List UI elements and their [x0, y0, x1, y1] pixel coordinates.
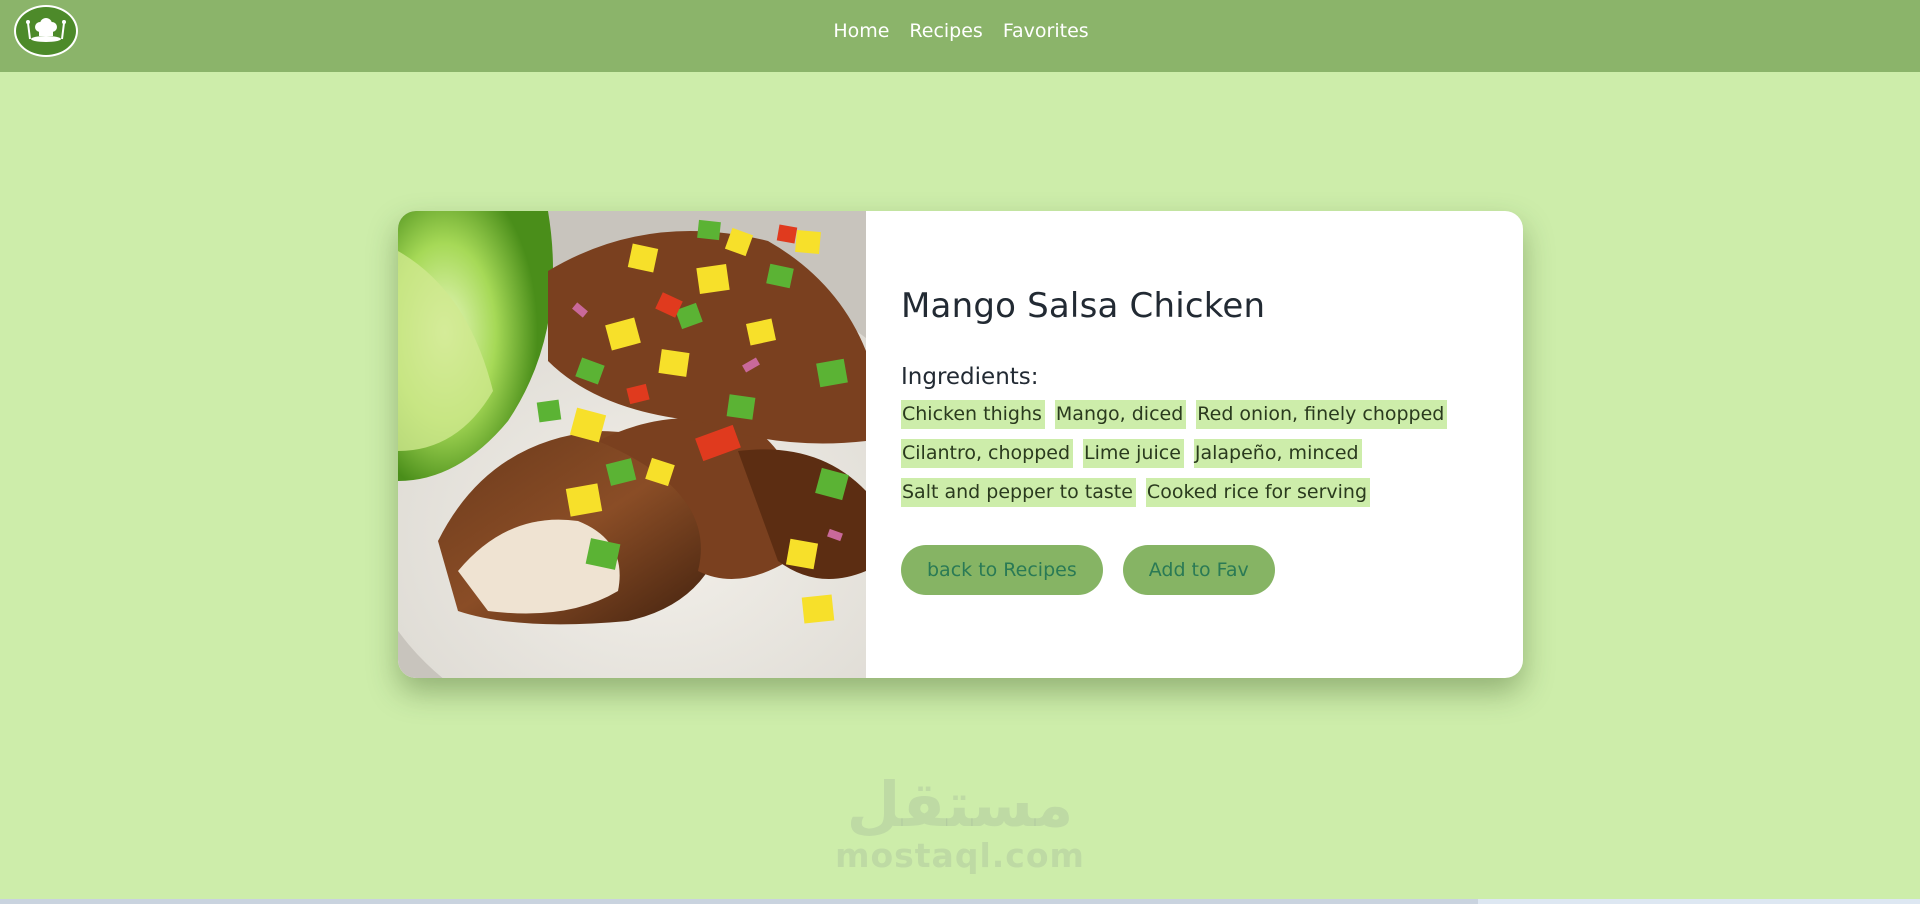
ingredient-chip: Chicken thighs	[901, 400, 1045, 429]
watermark-arabic: مستقل	[846, 768, 1074, 841]
recipe-details: Mango Salsa Chicken Ingredients: Chicken…	[901, 286, 1501, 595]
watermark: مستقل mostaql.com	[830, 772, 1090, 874]
ingredients-row: Salt and pepper to taste Cooked rice for…	[901, 478, 1501, 507]
ingredient-chip: Cooked rice for serving	[1145, 478, 1371, 507]
nav-link-home[interactable]: Home	[833, 20, 889, 42]
ingredient-chip: Red onion, finely chopped	[1196, 400, 1448, 429]
nav-link-recipes[interactable]: Recipes	[909, 20, 982, 42]
horizontal-scrollbar-thumb[interactable]	[0, 899, 1478, 904]
ingredient-chip: Cilantro, chopped	[901, 439, 1074, 468]
recipe-title: Mango Salsa Chicken	[901, 286, 1266, 326]
nav-link-favorites[interactable]: Favorites	[1003, 20, 1089, 42]
main-nav: Home Recipes Favorites	[833, 20, 1088, 42]
recipe-actions: back to Recipes Add to Fav	[901, 545, 1501, 595]
back-to-recipes-button[interactable]: back to Recipes	[901, 545, 1103, 595]
ingredients-heading: Ingredients:	[901, 364, 1039, 390]
recipe-card: Mango Salsa Chicken Ingredients: Chicken…	[398, 211, 1523, 678]
watermark-latin: mostaql.com	[835, 836, 1085, 875]
ingredient-chip: Jalapeño, minced	[1193, 439, 1362, 468]
navbar: Home Recipes Favorites	[0, 0, 1920, 72]
ingredient-chip: Lime juice	[1083, 439, 1184, 468]
recipe-photo	[398, 211, 866, 678]
ingredients-list: Chicken thighs Mango, diced Red onion, f…	[901, 400, 1501, 507]
ingredients-row: Chicken thighs Mango, diced Red onion, f…	[901, 400, 1501, 429]
ingredients-row: Cilantro, chopped Lime juice Jalapeño, m…	[901, 439, 1501, 468]
chef-hat-logo-icon[interactable]	[14, 5, 78, 57]
ingredient-chip: Salt and pepper to taste	[901, 478, 1136, 507]
ingredient-chip: Mango, diced	[1054, 400, 1187, 429]
add-to-fav-button[interactable]: Add to Fav	[1122, 545, 1275, 595]
